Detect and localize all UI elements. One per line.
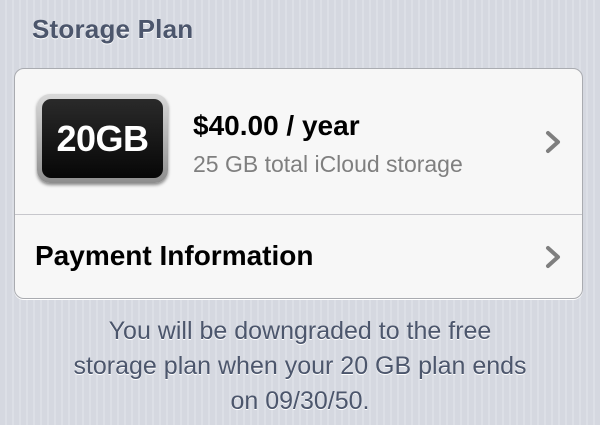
- storage-plan-row[interactable]: 20GB $40.00 / year 25 GB total iCloud st…: [15, 69, 582, 215]
- chevron-right-icon: [541, 245, 565, 269]
- payment-information-label: Payment Information: [35, 240, 314, 271]
- storage-badge-label: 20GB: [56, 117, 149, 159]
- storage-plan-group: 20GB $40.00 / year 25 GB total iCloud st…: [14, 68, 583, 299]
- downgrade-notice-line: on 09/30/50.: [230, 387, 370, 415]
- storage-badge-icon: 20GB: [37, 94, 168, 183]
- section-title: Storage Plan: [32, 14, 194, 44]
- chevron-right-icon: [541, 130, 565, 154]
- downgrade-notice-line: You will be downgraded to the free: [108, 317, 492, 345]
- plan-description: 25 GB total iCloud storage: [193, 151, 463, 177]
- downgrade-notice: You will be downgraded to the free stora…: [20, 314, 580, 419]
- payment-information-row[interactable]: Payment Information: [15, 215, 582, 298]
- plan-price: $40.00 / year: [193, 110, 360, 141]
- downgrade-notice-line: storage plan when your 20 GB plan ends: [73, 352, 527, 380]
